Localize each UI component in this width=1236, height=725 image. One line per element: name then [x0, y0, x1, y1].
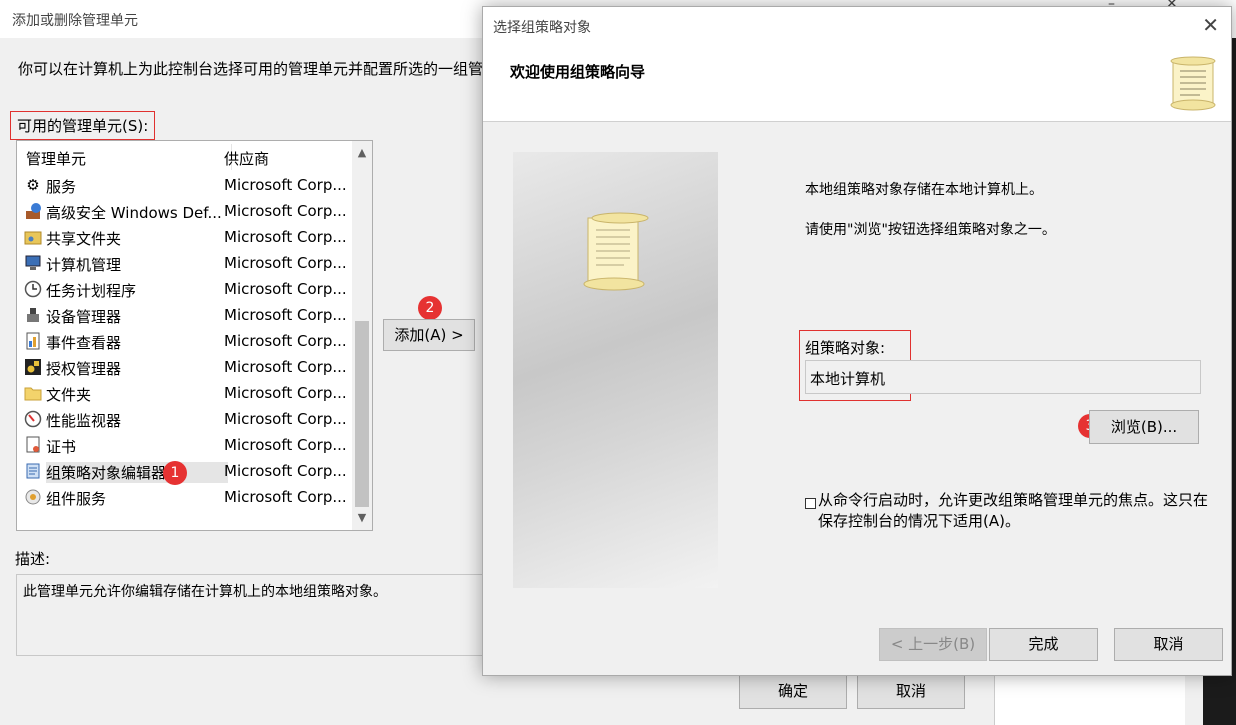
group-policy-icon	[24, 462, 42, 480]
authorization-icon	[24, 358, 42, 376]
back-cancel-button[interactable]: 取消	[857, 674, 965, 709]
folder-icon	[24, 384, 42, 402]
ok-button[interactable]: 确定	[739, 674, 847, 709]
computer-management-icon	[24, 254, 42, 272]
performance-monitor-icon	[24, 410, 42, 428]
snapin-vendor: Microsoft Corp...	[224, 306, 347, 324]
snapin-name: 任务计划程序	[46, 282, 137, 300]
focus-checkbox[interactable]	[805, 498, 816, 509]
list-item[interactable]: 任务计划程序 Microsoft Corp...	[17, 276, 353, 302]
focus-checkbox-label[interactable]: 从命令行启动时，允许更改组策略管理单元的焦点。这只在保存控制台的情况下适用(A)…	[818, 490, 1218, 532]
column-header-vendor[interactable]: 供应商	[224, 148, 269, 169]
snapin-vendor: Microsoft Corp...	[224, 462, 347, 480]
scroll-up-icon[interactable]: ▲	[352, 143, 372, 163]
group-policy-wizard: 选择组策略对象 ✕ 欢迎使用组策略向导 本地组策略对象存储在本地计算机上。 请使…	[482, 6, 1232, 676]
device-manager-icon	[24, 306, 42, 324]
step-badge-1: 1	[163, 461, 187, 485]
column-header-snapin[interactable]: 管理单元	[26, 148, 86, 169]
snapin-vendor: Microsoft Corp...	[224, 254, 347, 272]
browse-button[interactable]: 浏览(B)...	[1089, 410, 1199, 444]
gpo-value: 本地计算机	[810, 370, 886, 388]
snapin-vendor: Microsoft Corp...	[224, 384, 347, 402]
snapin-name: 文件夹	[46, 386, 92, 404]
wizard-side-image	[513, 152, 718, 588]
list-scrollbar[interactable]: ▲ ▼	[352, 141, 372, 530]
clock-icon	[24, 280, 42, 298]
scroll-icon	[1170, 56, 1216, 111]
snapin-vendor: Microsoft Corp...	[224, 332, 347, 350]
step-badge-2: 2	[418, 296, 442, 320]
snapin-name: 事件查看器	[46, 334, 122, 352]
list-item[interactable]: 授权管理器 Microsoft Corp...	[17, 354, 353, 380]
snapin-vendor: Microsoft Corp...	[224, 436, 347, 454]
snapin-name: 计算机管理	[46, 256, 122, 274]
event-viewer-icon	[24, 332, 42, 350]
list-item[interactable]: ⚙ 服务 Microsoft Corp...	[17, 172, 353, 198]
list-item[interactable]: 文件夹 Microsoft Corp...	[17, 380, 353, 406]
add-button[interactable]: 添加(A) >	[383, 319, 475, 351]
wizard-heading: 欢迎使用组策略向导	[510, 63, 646, 81]
snapin-name: 组策略对象编辑器	[46, 462, 228, 483]
snapin-vendor: Microsoft Corp...	[224, 228, 347, 246]
snapin-dialog-title: 添加或删除管理单元	[12, 13, 138, 29]
snapin-vendor: Microsoft Corp...	[224, 176, 347, 194]
snapin-name: 授权管理器	[46, 360, 122, 378]
snapin-name: 设备管理器	[46, 308, 122, 326]
list-item[interactable]: 高级安全 Windows Def... Microsoft Corp...	[17, 198, 353, 224]
scroll-icon	[583, 212, 649, 291]
intro-text: 你可以在计算机上为此控制台选择可用的管理单元并配置所选的一组管	[18, 60, 484, 78]
available-snapins-list[interactable]: 管理单元 供应商 ⚙ 服务 Microsoft Corp... 高级安全 Win…	[16, 140, 373, 531]
description-text: 此管理单元允许你编辑存储在计算机上的本地组策略对象。	[23, 584, 387, 600]
close-icon[interactable]: ✕	[1202, 13, 1219, 37]
available-snapins-label: 可用的管理单元(S):	[10, 111, 156, 140]
description-label: 描述:	[15, 550, 51, 568]
wizard-line-2: 请使用"浏览"按钮选择组策略对象之一。	[805, 222, 1056, 238]
wizard-line-1: 本地组策略对象存储在本地计算机上。	[805, 182, 1043, 198]
snapin-vendor: Microsoft Corp...	[224, 358, 347, 376]
snapin-vendor: Microsoft Corp...	[224, 410, 347, 428]
gpo-label: 组策略对象:	[805, 339, 886, 357]
list-item[interactable]: 证书 Microsoft Corp...	[17, 432, 353, 458]
certificate-icon	[24, 436, 42, 454]
wizard-titlebar: 选择组策略对象 ✕	[483, 7, 1231, 43]
shared-folder-icon	[24, 228, 42, 246]
list-header: 管理单元 供应商	[17, 141, 353, 171]
list-item[interactable]: 组件服务 Microsoft Corp...	[17, 484, 353, 510]
previous-button[interactable]: < 上一步(B)	[879, 628, 987, 661]
gpo-field[interactable]: 本地计算机	[805, 360, 1201, 394]
firewall-icon	[24, 202, 42, 220]
scrollbar-thumb[interactable]	[355, 321, 369, 507]
snapin-name: 组件服务	[46, 490, 107, 508]
snapin-name: 高级安全 Windows Def...	[46, 204, 222, 222]
snapin-vendor: Microsoft Corp...	[224, 280, 347, 298]
snapin-name: 证书	[46, 438, 77, 456]
wizard-title: 选择组策略对象	[493, 20, 591, 36]
gear-icon: ⚙	[26, 176, 40, 194]
snapin-vendor: Microsoft Corp...	[224, 488, 347, 506]
scroll-down-icon[interactable]: ▼	[352, 508, 372, 528]
snapin-name: 共享文件夹	[46, 230, 122, 248]
snapin-name: 性能监视器	[46, 412, 122, 430]
component-services-icon	[24, 488, 42, 506]
list-item[interactable]: 共享文件夹 Microsoft Corp...	[17, 224, 353, 250]
wizard-cancel-button[interactable]: 取消	[1114, 628, 1223, 661]
snapin-name: 服务	[46, 178, 77, 196]
finish-button[interactable]: 完成	[989, 628, 1098, 661]
list-item[interactable]: 事件查看器 Microsoft Corp...	[17, 328, 353, 354]
description-box: 此管理单元允许你编辑存储在计算机上的本地组策略对象。	[16, 574, 486, 656]
snapin-vendor: Microsoft Corp...	[224, 202, 347, 220]
list-item[interactable]: 性能监视器 Microsoft Corp...	[17, 406, 353, 432]
list-item[interactable]: 计算机管理 Microsoft Corp...	[17, 250, 353, 276]
list-item[interactable]: 设备管理器 Microsoft Corp...	[17, 302, 353, 328]
wizard-header: 欢迎使用组策略向导	[483, 43, 1231, 122]
